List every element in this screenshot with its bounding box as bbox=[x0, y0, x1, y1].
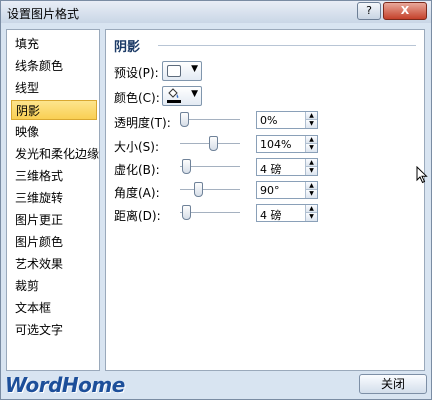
slider-track bbox=[180, 189, 240, 191]
spin-down-icon[interactable]: ▼ bbox=[305, 167, 317, 175]
sidebar-item-glow-soft-edges[interactable]: 发光和柔化边缘 bbox=[11, 144, 99, 164]
section-divider bbox=[158, 45, 416, 46]
title-bar: 设置图片格式 ? X bbox=[1, 1, 431, 23]
sidebar-item-artistic-effects[interactable]: 艺术效果 bbox=[11, 254, 97, 274]
color-indicator bbox=[167, 100, 181, 103]
sidebar-item-crop[interactable]: 裁剪 bbox=[11, 276, 97, 296]
chevron-down-icon: ▼ bbox=[191, 64, 198, 74]
slider-thumb[interactable] bbox=[194, 182, 203, 197]
chevron-down-icon: ▼ bbox=[191, 89, 198, 99]
spin-up-icon[interactable]: ▲ bbox=[305, 205, 317, 213]
sidebar-item-picture-color[interactable]: 图片颜色 bbox=[11, 232, 97, 252]
sidebar-item-text-box[interactable]: 文本框 bbox=[11, 298, 97, 318]
wordhome-logo: WordHome bbox=[5, 373, 125, 397]
spin-value: 4 磅 bbox=[260, 163, 282, 176]
blur-spinner[interactable]: 4 磅 ▲ ▼ bbox=[256, 158, 318, 176]
size-spinner[interactable]: 104% ▲ ▼ bbox=[256, 135, 318, 153]
sidebar-item-fill[interactable]: 填充 bbox=[11, 34, 97, 54]
window-title: 设置图片格式 bbox=[7, 7, 80, 21]
sidebar-item-line-color[interactable]: 线条颜色 bbox=[11, 56, 97, 76]
spin-value: 0% bbox=[260, 114, 278, 127]
spin-up-icon[interactable]: ▲ bbox=[305, 182, 317, 190]
sidebar-item-3d-rotation[interactable]: 三维旋转 bbox=[11, 188, 97, 208]
sidebar-item-shadow[interactable]: 阴影 bbox=[11, 100, 97, 120]
slider-thumb[interactable] bbox=[209, 136, 218, 151]
sidebar-item-alt-text[interactable]: 可选文字 bbox=[11, 320, 97, 340]
shadow-settings-panel: 阴影 预设(P): ▼ 颜色(C): ▼ 透明度(T): 0% ▲ ▼ 大小(S… bbox=[105, 29, 428, 371]
transparency-spinner[interactable]: 0% ▲ ▼ bbox=[256, 111, 318, 129]
spin-value: 104% bbox=[260, 138, 292, 151]
size-label: 大小(S): bbox=[114, 140, 160, 154]
preset-dropdown[interactable]: ▼ bbox=[162, 61, 202, 81]
spin-up-icon[interactable]: ▲ bbox=[305, 136, 317, 144]
slider-thumb[interactable] bbox=[182, 159, 191, 174]
spin-value: 4 磅 bbox=[260, 209, 282, 222]
format-picture-dialog: 设置图片格式 ? X 填充 线条颜色 线型 阴影 映像 发光和柔化边缘 三维格式… bbox=[0, 0, 432, 400]
color-label: 颜色(C): bbox=[114, 91, 160, 105]
transparency-label: 透明度(T): bbox=[114, 116, 171, 130]
spin-up-icon[interactable]: ▲ bbox=[305, 159, 317, 167]
distance-label: 距离(D): bbox=[114, 209, 161, 223]
distance-spinner[interactable]: 4 磅 ▲ ▼ bbox=[256, 204, 318, 222]
preset-label: 预设(P): bbox=[114, 66, 159, 80]
close-button[interactable]: 关闭 bbox=[359, 374, 427, 394]
shadow-preset-icon bbox=[167, 65, 181, 77]
spin-up-icon[interactable]: ▲ bbox=[305, 112, 317, 120]
angle-label: 角度(A): bbox=[114, 186, 160, 200]
sidebar-item-line-style[interactable]: 线型 bbox=[11, 78, 97, 98]
color-dropdown[interactable]: ▼ bbox=[162, 86, 202, 106]
slider-thumb[interactable] bbox=[182, 205, 191, 220]
sidebar-item-picture-corrections[interactable]: 图片更正 bbox=[11, 210, 97, 230]
angle-spinner[interactable]: 90° ▲ ▼ bbox=[256, 181, 318, 199]
spin-down-icon[interactable]: ▼ bbox=[305, 144, 317, 152]
help-button[interactable]: ? bbox=[357, 2, 381, 20]
spin-down-icon[interactable]: ▼ bbox=[305, 213, 317, 221]
spin-down-icon[interactable]: ▼ bbox=[305, 120, 317, 128]
spin-value: 90° bbox=[260, 184, 280, 197]
spin-down-icon[interactable]: ▼ bbox=[305, 190, 317, 198]
blur-label: 虚化(B): bbox=[114, 163, 160, 177]
sidebar-item-reflection[interactable]: 映像 bbox=[11, 122, 97, 142]
category-sidebar: 填充 线条颜色 线型 阴影 映像 发光和柔化边缘 三维格式 三维旋转 图片更正 … bbox=[6, 29, 100, 371]
slider-track bbox=[180, 119, 240, 121]
mouse-cursor-icon bbox=[416, 165, 428, 187]
section-title: 阴影 bbox=[114, 40, 141, 55]
sidebar-item-3d-format[interactable]: 三维格式 bbox=[11, 166, 97, 186]
window-close-button[interactable]: X bbox=[383, 2, 427, 20]
slider-thumb[interactable] bbox=[180, 112, 189, 127]
